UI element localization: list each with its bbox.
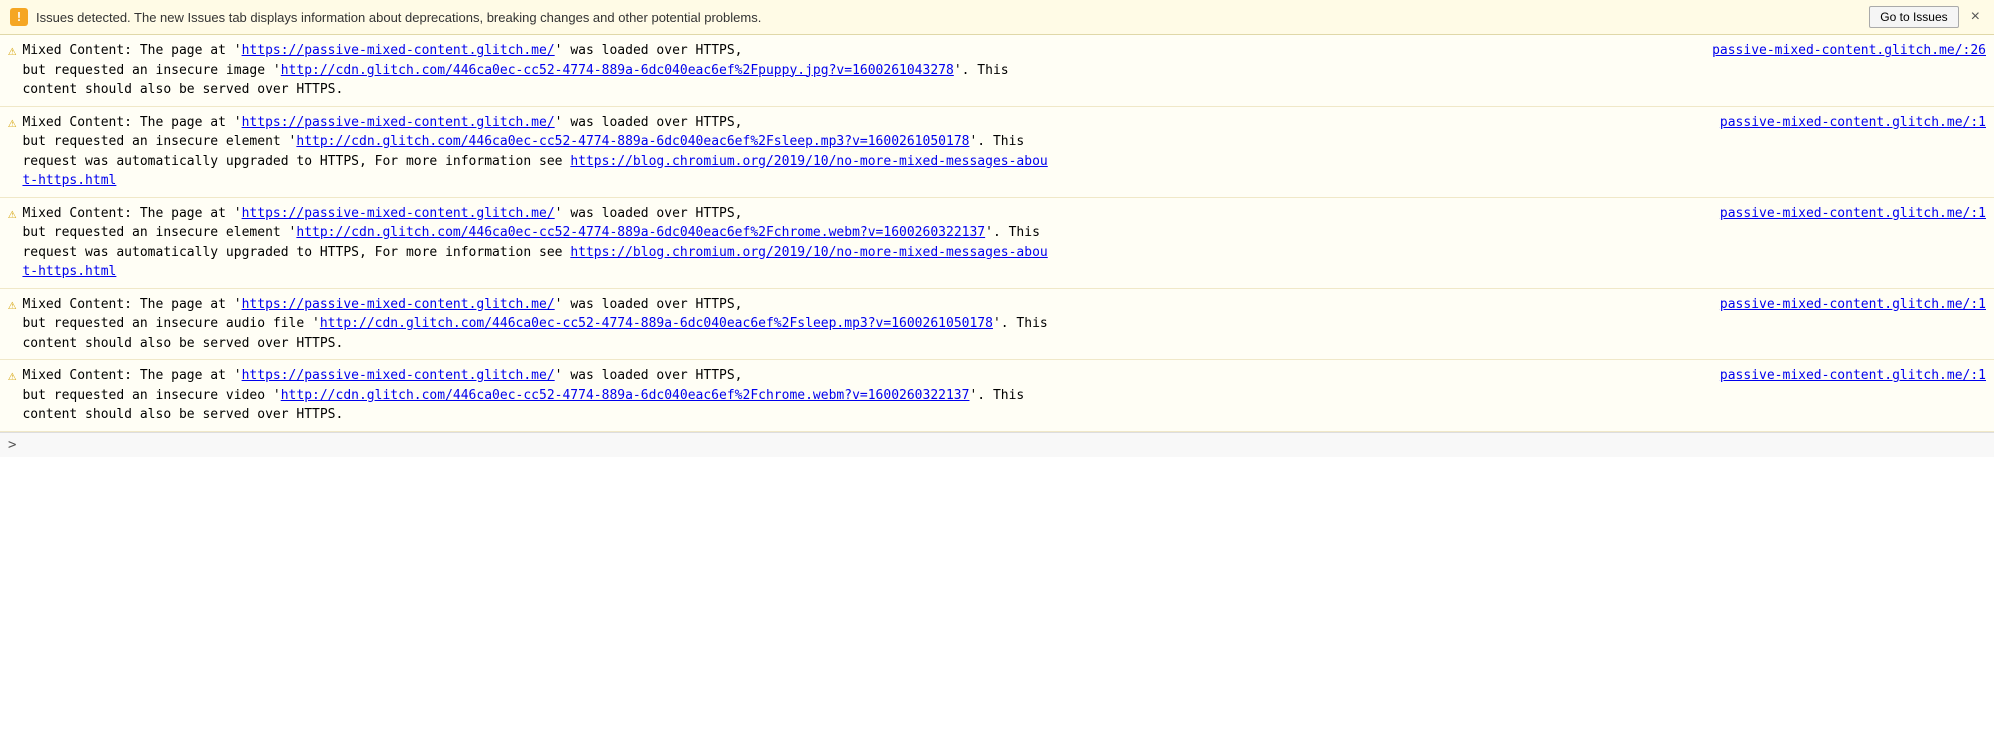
blog-url-link-3b[interactable]: t-https.html: [22, 264, 116, 279]
issues-banner: ! Issues detected. The new Issues tab di…: [0, 0, 1994, 35]
message-text-4: Mixed Content: The page at 'https://pass…: [22, 295, 1709, 354]
message-location-1[interactable]: passive-mixed-content.glitch.me/:26: [1712, 41, 1986, 61]
warning-icon: !: [10, 8, 28, 26]
message-location-4[interactable]: passive-mixed-content.glitch.me/:1: [1720, 295, 1986, 315]
blog-url-link-2b[interactable]: t-https.html: [22, 173, 116, 188]
message-content: Mixed Content: The page at 'https://pass…: [22, 41, 1986, 100]
console-message: ⚠ Mixed Content: The page at 'https://pa…: [0, 360, 1994, 432]
blog-url-link-3[interactable]: https://blog.chromium.org/2019/10/no-mor…: [570, 245, 1047, 260]
close-button[interactable]: ×: [1967, 8, 1984, 26]
message-content: Mixed Content: The page at 'https://pass…: [22, 204, 1986, 282]
page-url-link-2[interactable]: https://passive-mixed-content.glitch.me/: [242, 115, 555, 130]
message-text-5: Mixed Content: The page at 'https://pass…: [22, 366, 1709, 425]
message-location-2[interactable]: passive-mixed-content.glitch.me/:1: [1720, 113, 1986, 133]
warning-triangle-icon: ⚠: [8, 43, 16, 59]
console-message: ⚠ Mixed Content: The page at 'https://pa…: [0, 107, 1994, 198]
warning-triangle-icon: ⚠: [8, 297, 16, 313]
resource-url-link-4[interactable]: http://cdn.glitch.com/446ca0ec-cc52-4774…: [320, 316, 993, 331]
console-bottom-bar: >: [0, 432, 1994, 457]
blog-url-link-2[interactable]: https://blog.chromium.org/2019/10/no-mor…: [570, 154, 1047, 169]
resource-url-link-1[interactable]: http://cdn.glitch.com/446ca0ec-cc52-4774…: [281, 63, 954, 78]
warning-triangle-icon: ⚠: [8, 206, 16, 222]
page-url-link-5[interactable]: https://passive-mixed-content.glitch.me/: [242, 368, 555, 383]
warning-triangle-icon: ⚠: [8, 115, 16, 131]
resource-url-link-3[interactable]: http://cdn.glitch.com/446ca0ec-cc52-4774…: [296, 225, 985, 240]
message-content: Mixed Content: The page at 'https://pass…: [22, 113, 1986, 191]
console-message: ⚠ Mixed Content: The page at 'https://pa…: [0, 35, 1994, 107]
page-url-link-4[interactable]: https://passive-mixed-content.glitch.me/: [242, 297, 555, 312]
resource-url-link-2[interactable]: http://cdn.glitch.com/446ca0ec-cc52-4774…: [296, 134, 969, 149]
resource-url-link-5[interactable]: http://cdn.glitch.com/446ca0ec-cc52-4774…: [281, 388, 970, 403]
page-url-link-1[interactable]: https://passive-mixed-content.glitch.me/: [242, 43, 555, 58]
console-message: ⚠ Mixed Content: The page at 'https://pa…: [0, 198, 1994, 289]
warning-triangle-icon: ⚠: [8, 368, 16, 384]
console-area: ⚠ Mixed Content: The page at 'https://pa…: [0, 35, 1994, 432]
go-to-issues-button[interactable]: Go to Issues: [1869, 6, 1958, 28]
message-content: Mixed Content: The page at 'https://pass…: [22, 295, 1986, 354]
message-location-3[interactable]: passive-mixed-content.glitch.me/:1: [1720, 204, 1986, 224]
message-text-3: Mixed Content: The page at 'https://pass…: [22, 204, 1709, 282]
issues-banner-text: Issues detected. The new Issues tab disp…: [36, 10, 1861, 25]
message-location-5[interactable]: passive-mixed-content.glitch.me/:1: [1720, 366, 1986, 386]
message-content: Mixed Content: The page at 'https://pass…: [22, 366, 1986, 425]
message-text-1: Mixed Content: The page at 'https://pass…: [22, 41, 1702, 100]
console-message: ⚠ Mixed Content: The page at 'https://pa…: [0, 289, 1994, 361]
message-text-2: Mixed Content: The page at 'https://pass…: [22, 113, 1709, 191]
page-url-link-3[interactable]: https://passive-mixed-content.glitch.me/: [242, 206, 555, 221]
chevron-right-icon[interactable]: >: [8, 437, 16, 453]
